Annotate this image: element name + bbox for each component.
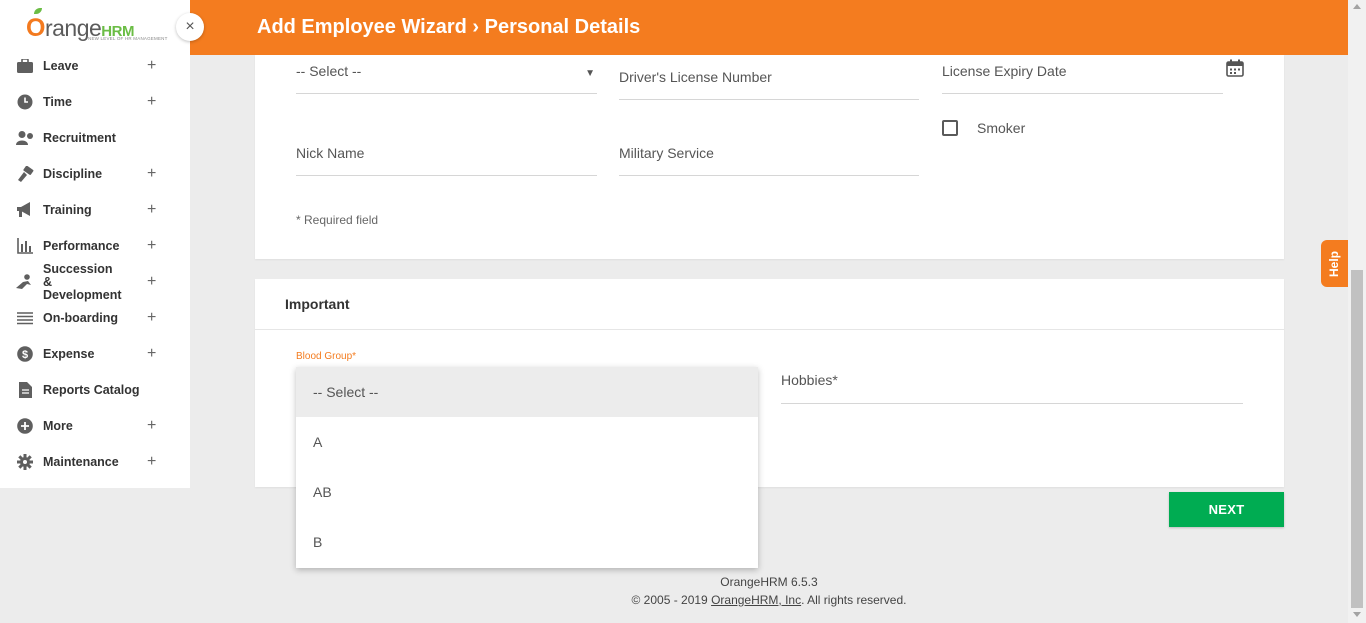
sidebar-item-label: Maintenance bbox=[43, 454, 119, 469]
dropdown-option[interactable]: -- Select -- bbox=[296, 367, 758, 417]
close-sidebar-button[interactable]: × bbox=[176, 13, 204, 41]
expand-icon[interactable]: + bbox=[147, 237, 156, 255]
sidebar-item-label: Reports Catalog bbox=[43, 382, 140, 397]
sidebar-item-label: Expense bbox=[43, 346, 95, 361]
sidebar-item-label: On-boarding bbox=[43, 310, 118, 325]
page-scrollbar[interactable] bbox=[1348, 0, 1366, 623]
smoker-label: Smoker bbox=[977, 120, 1026, 136]
calendar-icon[interactable] bbox=[1226, 59, 1244, 77]
expand-icon[interactable]: + bbox=[147, 273, 156, 291]
smoker-checkbox[interactable] bbox=[942, 120, 958, 136]
military-service-field[interactable]: Military Service bbox=[619, 140, 919, 176]
hobbies-placeholder: Hobbies* bbox=[781, 372, 838, 388]
company-link[interactable]: OrangeHRM, Inc bbox=[711, 593, 801, 607]
dropdown-option[interactable]: AB bbox=[296, 467, 758, 517]
sidebar-item-label: Recruitment bbox=[43, 130, 116, 145]
expand-icon[interactable]: + bbox=[147, 201, 156, 219]
clock-icon bbox=[16, 93, 34, 111]
section-title-important: Important bbox=[285, 296, 350, 312]
footer-version: OrangeHRM 6.5.3 bbox=[0, 575, 1366, 589]
sidebar-item-time[interactable]: Time + bbox=[0, 84, 190, 120]
close-icon: × bbox=[185, 18, 195, 35]
document-icon bbox=[16, 381, 34, 399]
drivers-license-field[interactable]: Driver's License Number bbox=[619, 64, 919, 100]
sidebar-item-onboarding[interactable]: On-boarding + bbox=[0, 300, 190, 336]
blood-group-label: Blood Group* bbox=[296, 351, 357, 362]
section-divider bbox=[255, 329, 1284, 330]
scroll-down-arrow-icon[interactable] bbox=[1353, 612, 1361, 617]
select-value: -- Select -- bbox=[296, 63, 362, 79]
dollar-icon: $ bbox=[16, 345, 34, 363]
orangehrm-logo[interactable]: OrangeHRM NEW LEVEL OF HR MANAGEMENT bbox=[26, 8, 168, 46]
sidebar-item-label: Performance bbox=[43, 238, 120, 253]
sidebar-item-expense[interactable]: $ Expense + bbox=[0, 336, 190, 372]
drivers-license-placeholder: Driver's License Number bbox=[619, 69, 772, 85]
scrollbar-thumb[interactable] bbox=[1351, 270, 1363, 608]
gear-icon bbox=[16, 453, 34, 471]
briefcase-icon bbox=[16, 57, 34, 75]
required-field-note: * Required field bbox=[296, 213, 379, 227]
sidebar-item-discipline[interactable]: Discipline + bbox=[0, 156, 190, 192]
expand-icon[interactable]: + bbox=[147, 93, 156, 111]
sidebar-item-performance[interactable]: Performance + bbox=[0, 228, 190, 264]
page-header: Add Employee Wizard › Personal Details bbox=[190, 0, 1348, 55]
megaphone-icon bbox=[16, 201, 34, 219]
military-service-placeholder: Military Service bbox=[619, 145, 714, 161]
page-title: Add Employee Wizard › Personal Details bbox=[257, 16, 641, 38]
dropdown-option[interactable]: A bbox=[296, 417, 758, 467]
sidebar-item-label: Discipline bbox=[43, 166, 103, 181]
svg-text:$: $ bbox=[22, 349, 28, 361]
plus-circle-icon bbox=[16, 417, 34, 435]
dropdown-arrow-icon: ▼ bbox=[585, 68, 595, 79]
nick-name-placeholder: Nick Name bbox=[296, 145, 365, 161]
layers-icon bbox=[16, 309, 34, 327]
expand-icon[interactable]: + bbox=[147, 345, 156, 363]
license-expiry-field[interactable]: License Expiry Date bbox=[942, 58, 1223, 94]
help-tab[interactable]: Help bbox=[1321, 240, 1348, 287]
footer-copyright-prefix: © 2005 - 2019 bbox=[631, 593, 712, 607]
bar-chart-icon bbox=[16, 237, 34, 255]
recruitment-icon bbox=[16, 129, 34, 147]
license-expiry-placeholder: License Expiry Date bbox=[942, 63, 1067, 79]
footer-version-text: OrangeHRM 6.5.3 bbox=[720, 575, 818, 589]
sidebar-item-succession[interactable]: Succession & Development + bbox=[0, 261, 190, 302]
sidebar-item-recruitment[interactable]: Recruitment bbox=[0, 120, 190, 156]
hobbies-field[interactable]: Hobbies* bbox=[781, 370, 1243, 404]
footer-copyright: © 2005 - 2019 OrangeHRM, Inc. All rights… bbox=[0, 593, 1366, 607]
sidebar-nav: Leave + Time + Recruitment Discipline + bbox=[0, 48, 190, 480]
expand-icon[interactable]: + bbox=[147, 309, 156, 327]
expand-icon[interactable]: + bbox=[147, 417, 156, 435]
expand-icon[interactable]: + bbox=[147, 165, 156, 183]
sidebar-item-maintenance[interactable]: Maintenance + bbox=[0, 444, 190, 480]
generic-select-field[interactable]: -- Select -- ▼ bbox=[296, 58, 597, 94]
logo-o: O bbox=[26, 14, 45, 42]
discipline-icon bbox=[16, 165, 34, 183]
expand-icon[interactable]: + bbox=[147, 57, 156, 75]
expand-icon[interactable]: + bbox=[147, 453, 156, 471]
footer-copyright-suffix: . All rights reserved. bbox=[801, 593, 907, 607]
sidebar-item-label: Succession & Development bbox=[43, 261, 122, 302]
next-button[interactable]: NEXT bbox=[1169, 492, 1284, 527]
sidebar-item-reports[interactable]: Reports Catalog bbox=[0, 372, 190, 408]
sidebar-item-leave[interactable]: Leave + bbox=[0, 48, 190, 84]
sidebar-item-label: Leave bbox=[43, 58, 79, 73]
dropdown-option[interactable]: B bbox=[296, 517, 758, 567]
sidebar-item-label: Training bbox=[43, 202, 92, 217]
sidebar: OrangeHRM NEW LEVEL OF HR MANAGEMENT Lea… bbox=[0, 0, 190, 488]
sidebar-item-label: Time bbox=[43, 94, 72, 109]
logo-tagline: NEW LEVEL OF HR MANAGEMENT bbox=[88, 36, 168, 41]
sidebar-item-training[interactable]: Training + bbox=[0, 192, 190, 228]
sidebar-item-label: More bbox=[43, 418, 73, 433]
blood-group-dropdown[interactable]: -- Select -- A AB B bbox=[296, 367, 758, 568]
sidebar-item-more[interactable]: More + bbox=[0, 408, 190, 444]
scroll-up-arrow-icon[interactable] bbox=[1353, 4, 1361, 9]
nick-name-field[interactable]: Nick Name bbox=[296, 140, 597, 176]
succession-icon bbox=[16, 273, 34, 291]
help-label: Help bbox=[1327, 250, 1342, 277]
